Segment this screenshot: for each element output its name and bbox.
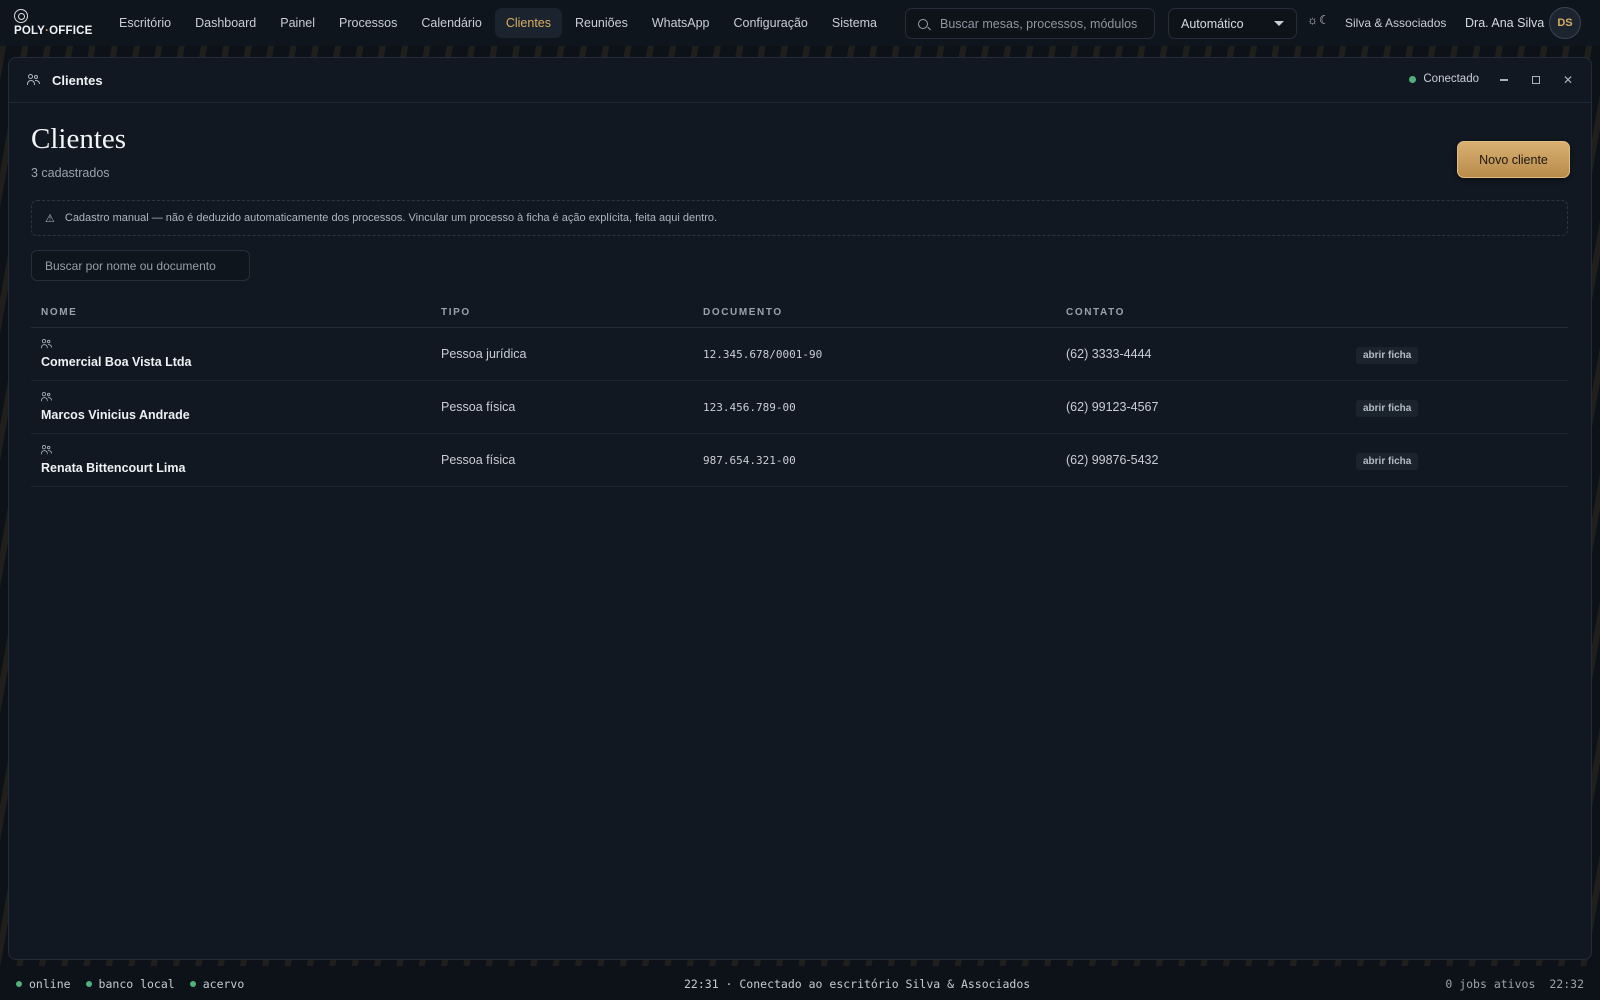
status-indicators: online banco local acervo: [0, 977, 244, 991]
client-contact: (62) 99123-4567: [1066, 400, 1159, 414]
action-cell: abrir ficha: [1356, 398, 1568, 417]
status-bar: online banco local acervo 22:31 · Conect…: [0, 968, 1600, 1000]
firm-name[interactable]: Silva & Associados: [1345, 16, 1446, 30]
table-header: NOME TIPO DOCUMENTO CONTATO: [31, 297, 1568, 328]
status-dot-icon: [85, 981, 92, 987]
client-name: Marcos Vinicius Andrade: [41, 408, 190, 422]
mode-select[interactable]: Automático: [1168, 8, 1297, 39]
nav-item-sistema[interactable]: Sistema: [821, 8, 888, 38]
status-dot-icon: [16, 981, 22, 987]
chevron-down-icon: [1274, 21, 1284, 26]
new-client-button[interactable]: Novo cliente: [1457, 141, 1570, 178]
indicator-acervo: acervo: [189, 977, 244, 991]
window-titlebar: Clientes Conectado ✕: [9, 58, 1591, 103]
client-name: Renata Bittencourt Lima: [41, 461, 186, 475]
status-dot-icon: [189, 981, 196, 987]
theme-toggle-icon[interactable]: ☼☾: [1307, 13, 1331, 27]
global-search-input[interactable]: [940, 16, 1150, 31]
header-contato[interactable]: CONTATO: [1066, 307, 1356, 318]
clientes-window: Clientes Conectado ✕ Clientes 3 cadastra…: [8, 57, 1592, 960]
user-icon: [41, 392, 53, 402]
brand-name: POLY·OFFICE: [14, 25, 93, 37]
table-row[interactable]: Renata Bittencourt Lima Pessoa física 98…: [31, 434, 1568, 487]
main-nav: Escritório Dashboard Painel Processos Ca…: [108, 8, 888, 38]
maximize-icon: [1532, 76, 1540, 84]
user-name: Dra. Ana Silva: [1465, 16, 1545, 30]
header-documento[interactable]: DOCUMENTO: [703, 307, 1066, 318]
active-jobs: 0 jobs ativos: [1445, 977, 1536, 991]
users-icon: [27, 74, 40, 86]
table-row[interactable]: Marcos Vinicius Andrade Pessoa física 12…: [31, 381, 1568, 434]
nav-item-whatsapp[interactable]: WhatsApp: [641, 8, 721, 38]
client-type: Pessoa física: [441, 400, 516, 414]
indicator-online: online: [16, 977, 71, 991]
page-content: Clientes 3 cadastrados Novo cliente ⚠ Ca…: [31, 123, 1570, 487]
status-message: 22:31 · Conectado ao escritório Silva & …: [684, 977, 1031, 991]
user-icon: [41, 339, 53, 349]
name-cell: Comercial Boa Vista Ltda: [31, 339, 441, 369]
clients-table: NOME TIPO DOCUMENTO CONTATO Comercial Bo…: [31, 297, 1568, 487]
user-icon: [41, 445, 53, 455]
window-title: Clientes: [52, 72, 103, 88]
client-type: Pessoa jurídica: [441, 347, 527, 361]
client-contact: (62) 3333-4444: [1066, 347, 1152, 361]
search-icon: [918, 18, 928, 29]
connection-status: Conectado: [1409, 73, 1479, 85]
name-cell: Renata Bittencourt Lima: [31, 445, 441, 475]
mode-select-value: Automático: [1181, 16, 1244, 31]
nav-item-dashboard[interactable]: Dashboard: [184, 8, 267, 38]
table-row[interactable]: Comercial Boa Vista Ltda Pessoa jurídica…: [31, 328, 1568, 381]
client-type: Pessoa física: [441, 453, 516, 467]
client-document: 987.654.321-00: [703, 453, 796, 467]
page-title: Clientes: [31, 123, 127, 155]
nav-item-reunioes[interactable]: Reuniões: [564, 8, 639, 38]
window-controls: ✕: [1491, 68, 1581, 92]
nav-item-escritorio[interactable]: Escritório: [108, 8, 182, 38]
status-right: 0 jobs ativos 22:32: [1445, 977, 1584, 991]
open-record-button[interactable]: abrir ficha: [1356, 346, 1419, 364]
client-name: Comercial Boa Vista Ltda: [41, 355, 192, 369]
top-bar: POLY·OFFICE Escritório Dashboard Painel …: [0, 0, 1600, 46]
nav-item-calendario[interactable]: Calendário: [410, 8, 492, 38]
open-record-button[interactable]: abrir ficha: [1356, 452, 1419, 470]
brand[interactable]: POLY·OFFICE: [0, 0, 100, 46]
open-record-button[interactable]: abrir ficha: [1356, 399, 1419, 417]
header-tipo[interactable]: TIPO: [441, 307, 703, 318]
action-cell: abrir ficha: [1356, 345, 1568, 364]
name-cell: Marcos Vinicius Andrade: [31, 392, 441, 422]
minimize-icon: [1500, 79, 1508, 81]
client-search-input[interactable]: [31, 250, 250, 281]
status-clock: 22:32: [1549, 977, 1584, 991]
close-button[interactable]: ✕: [1555, 68, 1581, 92]
user-menu[interactable]: Dra. Ana Silva DS: [1455, 6, 1583, 40]
indicator-local-db: banco local: [85, 977, 175, 991]
avatar: DS: [1549, 7, 1581, 39]
nav-item-painel[interactable]: Painel: [269, 8, 326, 38]
global-search: [905, 8, 1155, 39]
warning-icon: ⚠: [45, 212, 55, 225]
header-nome[interactable]: NOME: [31, 307, 441, 318]
minimize-button[interactable]: [1491, 68, 1517, 92]
target-logo-icon: [14, 9, 28, 23]
manual-registration-notice: ⚠ Cadastro manual — não é deduzido autom…: [31, 200, 1568, 236]
status-dot-icon: [1409, 75, 1417, 83]
client-document: 123.456.789-00: [703, 400, 796, 414]
connection-status-label: Conectado: [1423, 73, 1479, 85]
action-cell: abrir ficha: [1356, 451, 1568, 470]
notice-text: Cadastro manual — não é deduzido automat…: [64, 212, 718, 224]
nav-item-processos[interactable]: Processos: [328, 8, 408, 38]
close-icon: ✕: [1562, 73, 1574, 87]
nav-item-clientes[interactable]: Clientes: [494, 8, 562, 38]
page-subtitle: 3 cadastrados: [31, 166, 110, 180]
nav-item-configuracao[interactable]: Configuração: [723, 8, 819, 38]
maximize-button[interactable]: [1523, 68, 1549, 92]
client-document: 12.345.678/0001-90: [703, 347, 823, 361]
client-contact: (62) 99876-5432: [1066, 453, 1159, 467]
